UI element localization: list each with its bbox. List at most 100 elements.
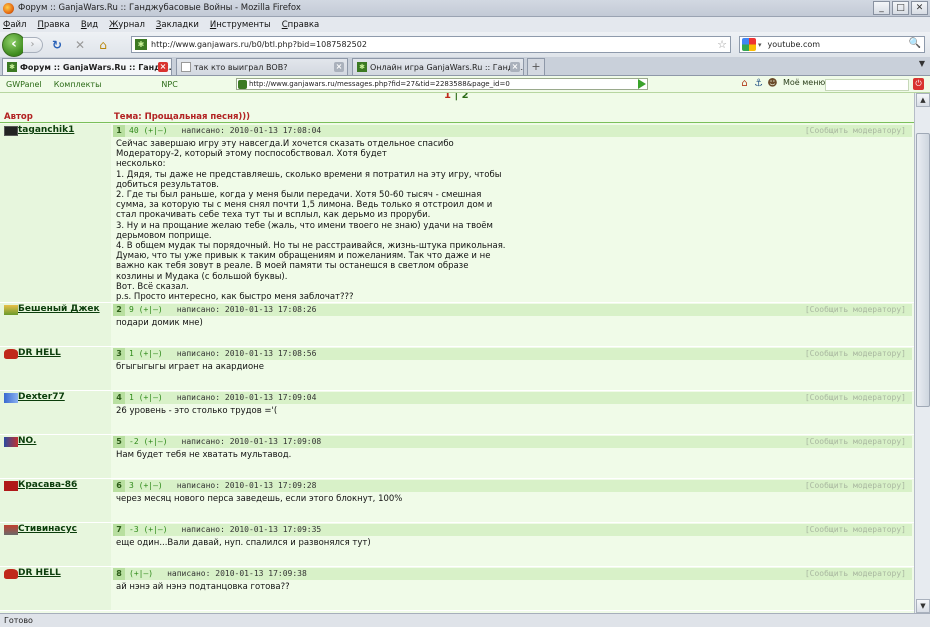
close-tab-icon[interactable]: × [158, 62, 168, 72]
post-meta: 2 9 (+|—) написано: 2010-01-13 17:08:26 [Со… [113, 304, 912, 316]
clan-avatar-icon [4, 525, 18, 535]
post-body: ай нэнэ ай нэнэ подтанцовка готова?? [116, 582, 290, 592]
close-tab-icon[interactable]: × [510, 62, 520, 72]
author-link[interactable]: NO. [18, 436, 36, 446]
engine-dropdown-icon[interactable]: ▾ [758, 41, 762, 49]
tab-label: Онлайн игра GanjaWars.Ru :: Гандж... [370, 62, 524, 72]
post-rating[interactable]: (+|—) [129, 569, 153, 578]
author-link[interactable]: DR HELL [18, 348, 61, 358]
gwpanel-toolbar: GWPanel Комплекты NPC http://www.ganjawa… [0, 76, 930, 93]
author-column-header: Автор [4, 111, 33, 122]
gwpanel-url-field[interactable]: http://www.ganjawars.ru/messages.php?fid… [236, 78, 648, 90]
written-label: написано: [176, 393, 221, 402]
post-rating[interactable]: 40 (+|—) [129, 126, 168, 135]
written-label: написано: [181, 437, 225, 446]
menu-help[interactable]: Справка [282, 20, 319, 30]
gwpanel-input[interactable] [825, 79, 909, 91]
scroll-down-icon[interactable]: ▼ [916, 599, 930, 613]
report-moderator-link[interactable]: [Сообщить модератору] [805, 304, 906, 316]
menu-bookmarks[interactable]: Закладки [156, 20, 199, 30]
scroll-thumb[interactable] [916, 133, 930, 407]
search-bar[interactable]: ▾ youtube.com 🔍 [739, 36, 925, 53]
page-next-link[interactable]: 2 [462, 93, 469, 101]
menu-tools[interactable]: Инструменты [210, 20, 271, 30]
author-link[interactable]: Бешеный Джек [18, 304, 100, 314]
power-icon[interactable]: ⏻ [913, 78, 924, 90]
forum-post: taganchik1 1 40 (+|—) написано: 2010-01-13 … [0, 124, 914, 303]
report-moderator-link[interactable]: [Сообщить модератору] [805, 125, 906, 137]
clan-avatar-icon [4, 437, 18, 447]
navigation-toolbar: ‹ › ↻ ✕ ⌂ ✱ http://www.ganjawars.ru/b0/b… [0, 32, 930, 57]
forward-button[interactable]: › [23, 36, 43, 53]
post-date: 2010-01-13 17:09:04 [224, 393, 317, 402]
tab-list-icon[interactable]: ▼ [916, 59, 928, 73]
report-moderator-link[interactable]: [Сообщить модератору] [805, 480, 906, 492]
report-moderator-link[interactable]: [Сообщить модератору] [805, 436, 906, 448]
written-label: написано: [176, 481, 221, 490]
post-rating[interactable]: -2 (+|—) [129, 437, 168, 446]
gwpanel-link[interactable]: GWPanel [6, 80, 42, 89]
tab-bar: ✱ Форум :: GanjaWars.Ru :: Гандж... × та… [0, 57, 930, 76]
npc-link[interactable]: NPC [161, 80, 177, 89]
author-cell: Стивинасус [0, 523, 111, 566]
go-arrow-icon[interactable] [638, 79, 646, 89]
forum-post: Стивинасус 7 -3 (+|—) написано: 2010-01-13 … [0, 523, 914, 567]
author-link[interactable]: Dexter77 [18, 392, 65, 402]
search-input[interactable]: youtube.com [768, 40, 821, 49]
topic-title: Тема: Прощальная песня))) [114, 111, 251, 122]
window-controls: _ □ ✕ [873, 1, 928, 15]
report-moderator-link[interactable]: [Сообщить модератору] [805, 568, 906, 580]
clan-avatar-icon [4, 481, 18, 491]
character-icon[interactable]: ☻ [766, 77, 779, 91]
author-link[interactable]: taganchik1 [18, 125, 74, 135]
close-window-button[interactable]: ✕ [911, 1, 928, 15]
report-moderator-link[interactable]: [Сообщить модератору] [805, 348, 906, 360]
report-moderator-link[interactable]: [Сообщить модератору] [805, 392, 906, 404]
stop-icon[interactable]: ✕ [71, 38, 89, 52]
firefox-icon [3, 2, 14, 14]
menu-history[interactable]: Журнал [109, 20, 145, 30]
tab-label: Форум :: GanjaWars.Ru :: Гандж... [20, 62, 172, 72]
home-icon[interactable]: ⌂ [94, 38, 112, 52]
reload-icon[interactable]: ↻ [48, 38, 66, 52]
post-number: 7 [113, 524, 125, 536]
report-moderator-link[interactable]: [Сообщить модератору] [805, 524, 906, 536]
home-icon[interactable]: ⌂ [738, 77, 751, 91]
post-rating[interactable]: 1 (+|—) [129, 349, 163, 358]
vertical-scrollbar[interactable]: ▲ ▼ [914, 93, 930, 613]
bookmark-star-icon[interactable]: ☆ [717, 38, 727, 51]
post-number: 4 [113, 392, 125, 404]
search-icon[interactable]: 🔍 [909, 38, 921, 49]
clan-avatar-icon [4, 393, 18, 403]
minimize-button[interactable]: _ [873, 1, 890, 15]
post-meta: 5 -2 (+|—) написано: 2010-01-13 17:09:08 [С… [113, 436, 912, 448]
post-body: 26 уровень - это столько трудов ='( [116, 406, 278, 416]
post-rating[interactable]: 1 (+|—) [129, 393, 163, 402]
maximize-button[interactable]: □ [892, 1, 909, 15]
new-tab-button[interactable]: + [527, 58, 545, 75]
post-rating[interactable]: 3 (+|—) [129, 481, 163, 490]
post-rating[interactable]: 9 (+|—) [129, 305, 163, 314]
tab-forum[interactable]: ✱ Форум :: GanjaWars.Ru :: Гандж... × [2, 58, 172, 75]
menu-edit[interactable]: Правка [38, 20, 70, 30]
menu-view[interactable]: Вид [81, 20, 98, 30]
address-bar[interactable]: ✱ http://www.ganjawars.ru/b0/btl.php?bid… [131, 36, 731, 53]
tab-vov[interactable]: так кто выиграл ВОВ? × [176, 58, 348, 75]
gwpanel-url-text: http://www.ganjawars.ru/messages.php?fid… [249, 80, 510, 88]
komplekty-link[interactable]: Комплекты [54, 80, 102, 89]
author-link[interactable]: DR HELL [18, 568, 61, 578]
tab-online-game[interactable]: ✱ Онлайн игра GanjaWars.Ru :: Гандж... × [352, 58, 524, 75]
scroll-up-icon[interactable]: ▲ [916, 93, 930, 107]
anchor-icon[interactable]: ⚓ [752, 77, 765, 91]
title-bar: Форум :: GanjaWars.Ru :: Ганджубасовые В… [0, 0, 930, 17]
post-date: 2010-01-13 17:08:04 [229, 126, 322, 135]
close-tab-icon[interactable]: × [334, 62, 344, 72]
author-link[interactable]: Красава-86 [18, 480, 77, 490]
google-engine-icon[interactable] [742, 38, 756, 51]
my-menu-label[interactable]: Моё меню [783, 78, 825, 87]
post-number: 6 [113, 480, 125, 492]
written-label: написано: [181, 126, 225, 135]
post-rating[interactable]: -3 (+|—) [129, 525, 168, 534]
author-link[interactable]: Стивинасус [18, 524, 77, 534]
menu-file[interactable]: Файл [3, 20, 27, 30]
